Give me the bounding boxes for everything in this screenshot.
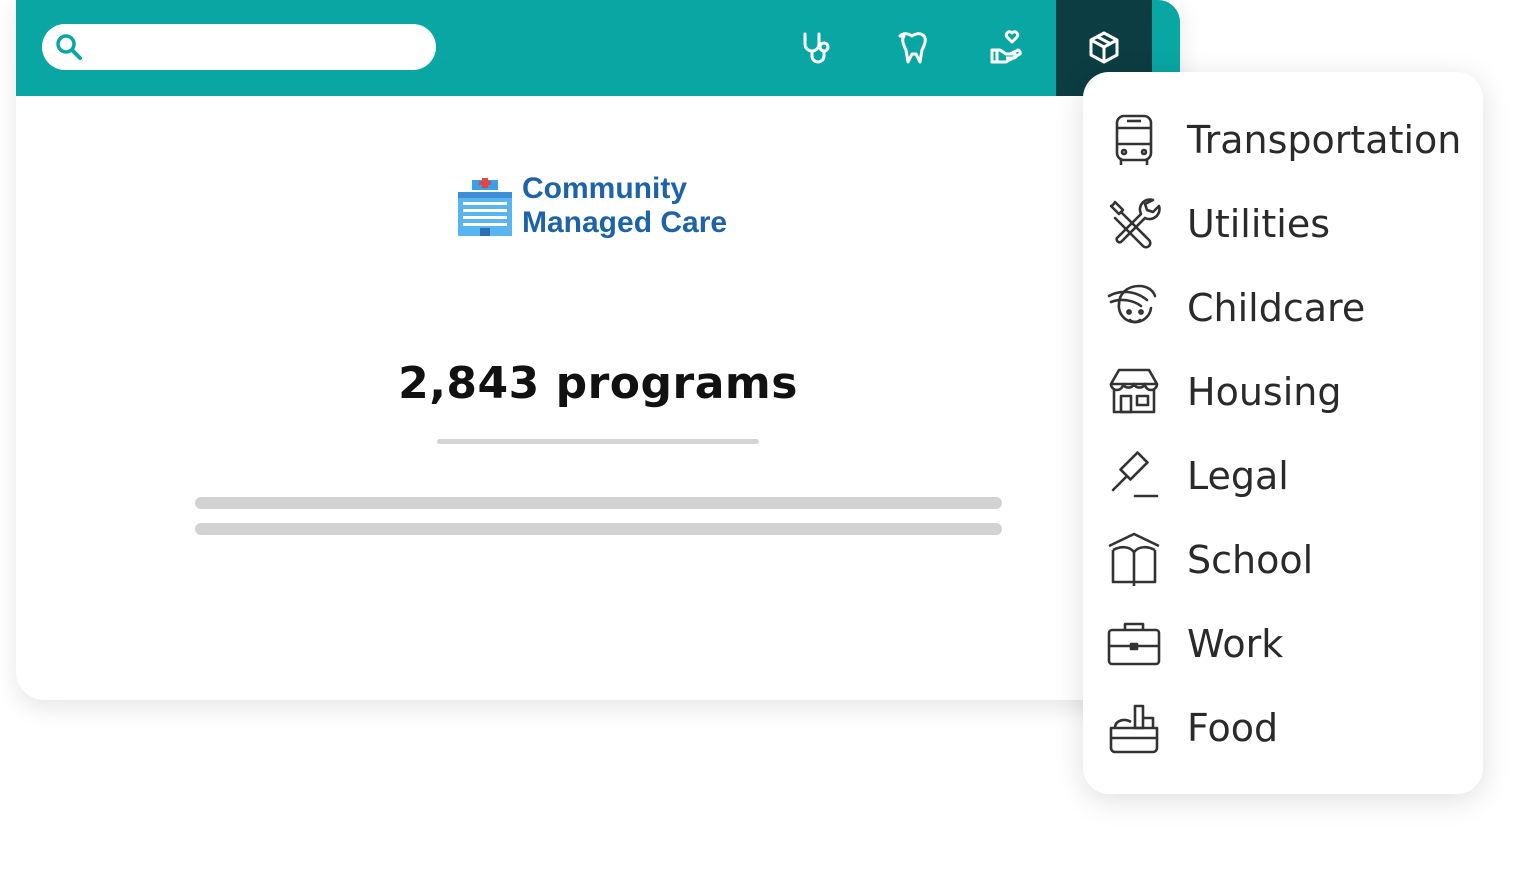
child-face-icon bbox=[1107, 284, 1157, 324]
nav-health-button[interactable] bbox=[768, 0, 864, 96]
stethoscope-icon bbox=[803, 32, 830, 64]
menu-item-food[interactable]: Food bbox=[1103, 692, 1475, 762]
provider-name: Community Managed Care bbox=[522, 172, 727, 240]
search-input[interactable] bbox=[92, 30, 426, 66]
menu-item-childcare[interactable]: Childcare bbox=[1103, 272, 1475, 342]
menu-item-label: Work bbox=[1187, 622, 1284, 666]
menu-item-label: Utilities bbox=[1187, 202, 1331, 246]
gavel-icon bbox=[1111, 451, 1159, 498]
menu-item-work[interactable]: Work bbox=[1103, 608, 1475, 678]
provider-name-line2: Managed Care bbox=[522, 206, 728, 239]
food-basket-icon bbox=[1109, 704, 1159, 754]
hand-heart-icon bbox=[990, 30, 1022, 64]
tooth-icon bbox=[898, 32, 927, 64]
menu-item-label: Childcare bbox=[1187, 286, 1366, 330]
book-school-icon bbox=[1108, 532, 1160, 586]
briefcase-icon bbox=[1107, 622, 1161, 666]
cube-box-icon bbox=[1089, 31, 1119, 64]
search-box[interactable] bbox=[42, 24, 436, 70]
menu-item-label: Legal bbox=[1187, 454, 1289, 498]
nav-dental-button[interactable] bbox=[864, 0, 960, 96]
menu-item-legal[interactable]: Legal bbox=[1103, 440, 1475, 510]
house-icon bbox=[1109, 368, 1159, 414]
program-count: 2,843 programs bbox=[398, 358, 798, 409]
bus-icon bbox=[1115, 114, 1153, 165]
skeleton-line bbox=[195, 497, 1002, 509]
menu-item-label: Transportation bbox=[1187, 118, 1462, 162]
category-dropdown-menu: Transportation Utilities Childcare Housi… bbox=[1083, 72, 1483, 794]
tools-icon bbox=[1109, 198, 1161, 249]
menu-item-school[interactable]: School bbox=[1103, 524, 1475, 594]
nav-care-button[interactable] bbox=[960, 0, 1056, 96]
search-icon bbox=[56, 34, 82, 60]
menu-item-transportation[interactable]: Transportation bbox=[1103, 104, 1475, 174]
provider-logo: Community Managed Care bbox=[454, 172, 754, 242]
menu-item-housing[interactable]: Housing bbox=[1103, 356, 1475, 426]
skeleton-line bbox=[195, 523, 1002, 535]
search-results-card: Community Managed Care 2,843 programs bbox=[16, 0, 1180, 700]
menu-item-label: Housing bbox=[1187, 370, 1342, 414]
top-toolbar bbox=[16, 0, 1180, 96]
hospital-building-icon bbox=[458, 178, 512, 236]
provider-name-line1: Community bbox=[522, 172, 687, 205]
count-underline bbox=[437, 439, 759, 444]
menu-item-label: Food bbox=[1187, 706, 1279, 750]
menu-item-label: School bbox=[1187, 538, 1314, 582]
menu-item-utilities[interactable]: Utilities bbox=[1103, 188, 1475, 258]
